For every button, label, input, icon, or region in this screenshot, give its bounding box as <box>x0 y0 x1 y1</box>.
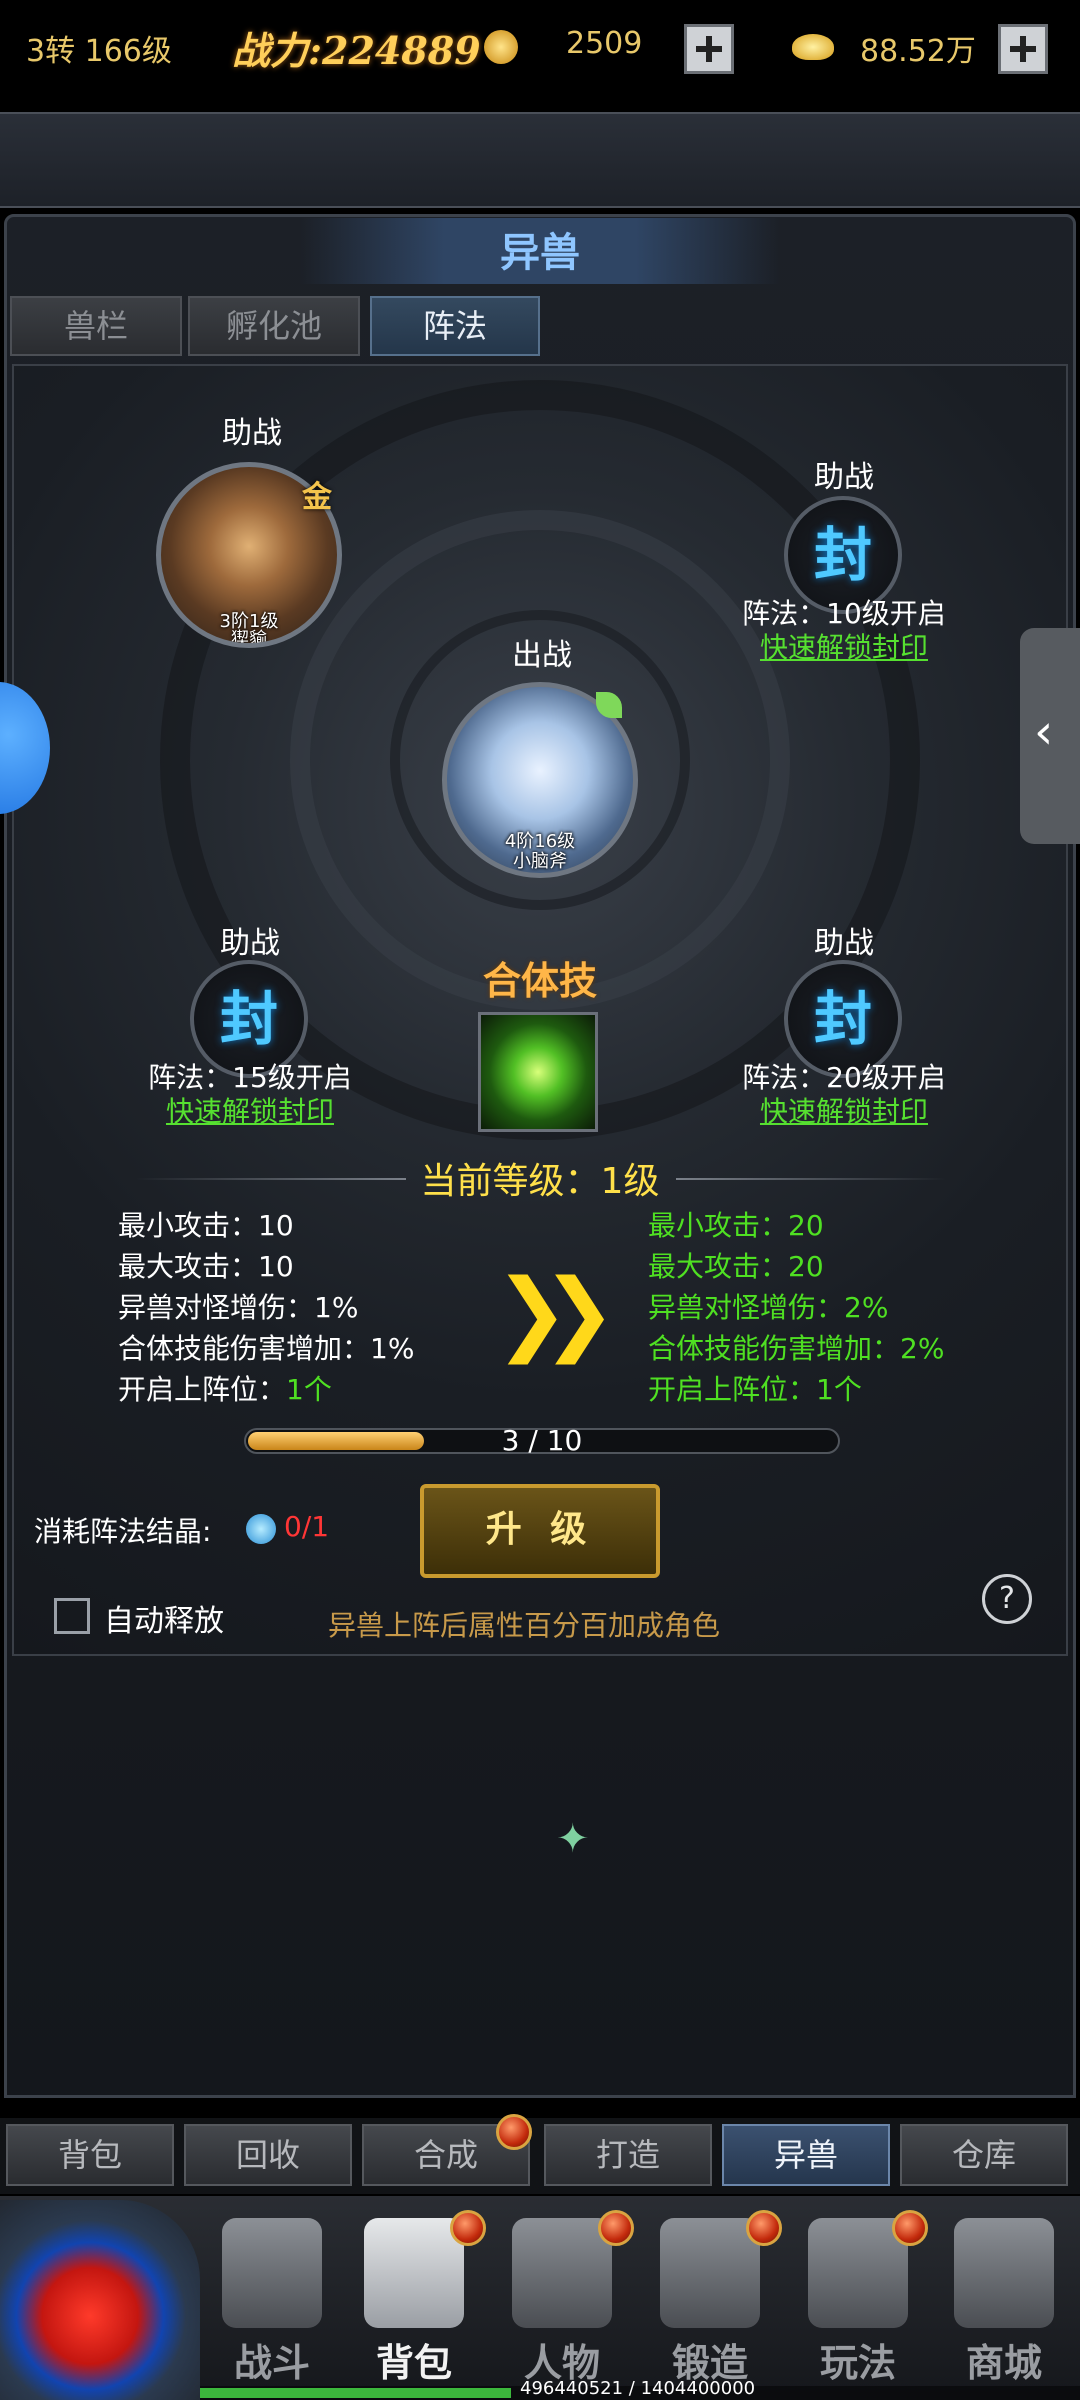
exp-fill <box>200 2388 511 2398</box>
combo-skill-icon[interactable] <box>478 1012 598 1132</box>
character-icon <box>512 2218 612 2328</box>
upgrade-button[interactable]: 升 级 <box>420 1484 660 1578</box>
slot-label-center: 出战 <box>512 638 572 673</box>
tab-formation[interactable]: 阵法 <box>370 296 540 356</box>
shop-gate-icon <box>954 2218 1054 2328</box>
exp-text: 496440521 / 1404400000 <box>520 2378 756 2399</box>
stat-row: 最大攻击：10 <box>118 1250 294 1283</box>
bottom-tab-beast[interactable]: 异兽 <box>722 2124 890 2186</box>
stat-row: 最小攻击：10 <box>118 1209 294 1242</box>
yin-yang-orb-icon[interactable] <box>0 2200 200 2400</box>
stats-next: 最小攻击：20 最大攻击：20 异兽对怪增伤：2% 合体技能伤害增加：2% 开启… <box>648 1204 944 1409</box>
stat-row: 开启上阵位：1个 <box>118 1373 332 1406</box>
notification-dot <box>496 2114 532 2150</box>
stat-row: 开启上阵位：1个 <box>648 1373 862 1406</box>
add-coin-button[interactable] <box>684 24 734 74</box>
bottom-tab-warehouse[interactable]: 仓库 <box>900 2124 1068 2186</box>
player-level: 3转 166级 <box>26 34 172 69</box>
formation-crystal-icon <box>246 1514 276 1544</box>
auto-release-label: 自动释放 <box>104 1604 224 1639</box>
stat-row: 异兽对怪增伤：1% <box>118 1291 359 1324</box>
slot-label-top-right: 助战 <box>814 460 874 495</box>
bottom-tab-recycle[interactable]: 回收 <box>184 2124 352 2186</box>
quick-unlock-link[interactable]: 快速解锁封印 <box>714 1090 974 1130</box>
crossed-swords-icon <box>222 2218 322 2328</box>
panel-title: 异兽 <box>500 230 580 276</box>
upgrade-progress-bar: 3 / 10 <box>244 1424 840 1457</box>
stat-row: 异兽对怪增伤：2% <box>648 1291 889 1324</box>
stats-current: 最小攻击：10 最大攻击：10 异兽对怪增伤：1% 合体技能伤害增加：1% 开启… <box>118 1204 414 1409</box>
stat-row: 最小攻击：20 <box>648 1209 824 1242</box>
side-panel-toggle[interactable]: ‹ <box>1020 628 1080 844</box>
nav-shop[interactable]: 商城 <box>936 2206 1072 2386</box>
slot-label-bottom-right: 助战 <box>814 926 874 961</box>
consume-label: 消耗阵法结晶: <box>34 1515 212 1548</box>
sparkle-icon: ✦ <box>556 1816 590 1862</box>
stat-row: 最大攻击：20 <box>648 1250 824 1283</box>
current-level: 当前等级：1级 <box>420 1161 660 1202</box>
coin-icon <box>484 30 518 64</box>
consume-value: 0/1 <box>284 1510 330 1543</box>
tab-hatch-pool[interactable]: 孵化池 <box>188 296 360 356</box>
status-bar <box>0 112 1080 208</box>
combo-skill-title: 合体技 <box>482 959 597 1003</box>
ingot-value: 88.52万 <box>860 34 976 69</box>
chevron-left-icon: ‹ <box>1034 704 1054 760</box>
slot-label-bottom-left: 助战 <box>220 926 280 961</box>
notification-dot <box>746 2210 782 2246</box>
coin-value: 2509 <box>566 26 643 61</box>
backpack-icon <box>364 2218 464 2328</box>
double-chevron-right-icon: ❯❯ <box>494 1260 617 1365</box>
progress-text: 3 / 10 <box>501 1424 583 1457</box>
bottom-tab-backpack[interactable]: 背包 <box>6 2124 174 2186</box>
gold-ingot-icon <box>792 34 834 60</box>
quick-unlock-link[interactable]: 快速解锁封印 <box>714 626 974 666</box>
help-button[interactable]: ? <box>982 1574 1032 1624</box>
nav-battle[interactable]: 战斗 <box>204 2206 340 2386</box>
anvil-icon <box>660 2218 760 2328</box>
notification-dot <box>598 2210 634 2246</box>
pet-name: 小脑斧 <box>513 851 567 872</box>
bottom-tab-forge[interactable]: 打造 <box>544 2124 712 2186</box>
notification-dot <box>450 2210 486 2246</box>
slot-label-top-left: 助战 <box>222 416 282 451</box>
footer-note: 异兽上阵后属性百分百加成角色 <box>328 1609 721 1642</box>
add-ingot-button[interactable] <box>998 24 1048 74</box>
grade-badge: 金 <box>302 480 332 515</box>
stat-row: 合体技能伤害增加：2% <box>648 1332 945 1365</box>
auto-release-checkbox[interactable] <box>54 1598 90 1634</box>
notification-dot <box>892 2210 928 2246</box>
combat-power: 战力:224889 <box>232 28 481 73</box>
stat-row: 合体技能伤害增加：1% <box>118 1332 415 1365</box>
tab-beast-pen[interactable]: 兽栏 <box>10 296 182 356</box>
quick-unlock-link[interactable]: 快速解锁封印 <box>120 1090 380 1130</box>
